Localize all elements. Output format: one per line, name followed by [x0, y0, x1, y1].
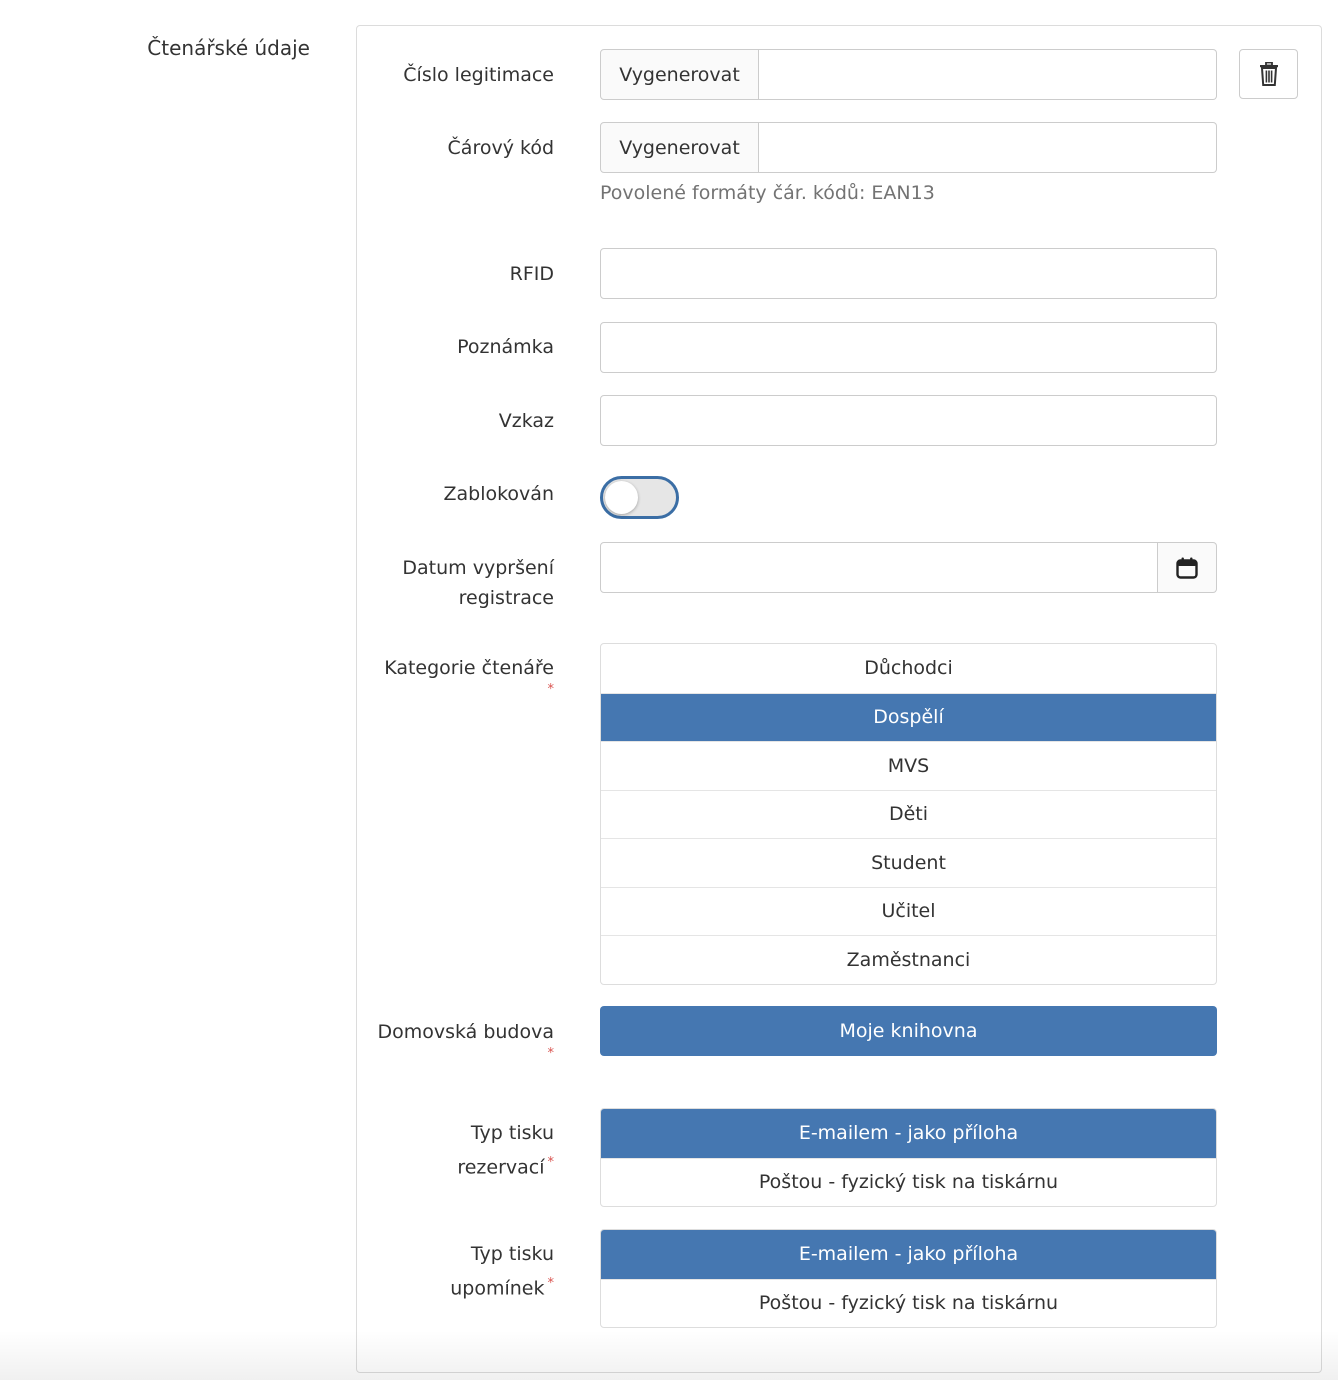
home-building-select[interactable]: Moje knihovna [600, 1006, 1217, 1056]
reminder-print-listbox[interactable]: E-mailem - jako příloha Poštou - fyzický… [600, 1229, 1217, 1328]
reservation-print-label: Typ tisku rezervací * [370, 1118, 554, 1182]
message-group [600, 395, 1217, 446]
category-option[interactable]: Student [601, 838, 1216, 887]
section-title: Čtenářské údaje [147, 36, 310, 60]
reminder-print-label-line1: Typ tisku [470, 1243, 554, 1265]
expiry-date-input[interactable] [600, 542, 1158, 593]
barcode-label: Čárový kód [447, 137, 554, 159]
message-input[interactable] [600, 395, 1217, 446]
expiry-label-line2: registrace [458, 587, 554, 609]
toggle-knob [605, 481, 638, 514]
category-required-mark: * [547, 682, 555, 697]
card-number-input[interactable] [759, 49, 1217, 100]
category-option[interactable]: Učitel [601, 886, 1216, 936]
reservation-print-option-selected[interactable]: E-mailem - jako příloha [601, 1109, 1216, 1158]
reservation-print-listbox[interactable]: E-mailem - jako příloha Poštou - fyzický… [600, 1108, 1217, 1207]
expiry-group [600, 542, 1217, 593]
category-option[interactable]: Důchodci [601, 644, 1216, 693]
reminder-print-label-line2: upomínek [450, 1277, 545, 1300]
message-label: Vzkaz [498, 410, 554, 432]
blocked-label: Zablokován [443, 483, 554, 505]
home-building-label-text: Domovská budova [377, 1021, 554, 1043]
card-number-group: Vygenerovat [600, 49, 1217, 100]
barcode-help-text: Povolené formáty čár. kódů: EAN13 [600, 182, 935, 204]
category-listbox[interactable]: Důchodci Dospělí MVS Děti Student Učitel… [600, 643, 1217, 985]
calendar-button[interactable] [1158, 542, 1217, 593]
reminder-print-label: Typ tisku upomínek * [370, 1239, 554, 1303]
rfid-label: RFID [509, 263, 554, 285]
barcode-group: Vygenerovat [600, 122, 1217, 173]
card-number-generate-button[interactable]: Vygenerovat [600, 49, 759, 100]
rfid-input[interactable] [600, 248, 1217, 299]
calendar-icon [1176, 557, 1198, 579]
category-option[interactable]: MVS [601, 741, 1216, 790]
category-option[interactable]: Děti [601, 789, 1216, 839]
card-number-label: Číslo legitimace [403, 64, 554, 86]
reservation-print-label-line1: Typ tisku [470, 1122, 554, 1144]
barcode-input[interactable] [759, 122, 1217, 173]
reminder-print-option-selected[interactable]: E-mailem - jako příloha [601, 1230, 1216, 1279]
note-label: Poznámka [457, 336, 554, 358]
expiry-label-line1: Datum vypršení [402, 557, 554, 579]
reservation-print-label-line2: rezervací [457, 1156, 545, 1179]
barcode-generate-button[interactable]: Vygenerovat [600, 122, 759, 173]
note-input[interactable] [600, 322, 1217, 373]
trash-icon [1259, 62, 1278, 86]
reminder-print-option[interactable]: Poštou - fyzický tisk na tiskárnu [601, 1278, 1216, 1328]
home-building-label: Domovská budova * [370, 1017, 554, 1061]
rfid-group [600, 248, 1217, 299]
home-building-required-mark: * [547, 1046, 555, 1061]
expiry-label: Datum vypršení registrace [370, 553, 554, 613]
category-label-text: Kategorie čtenáře [384, 657, 554, 679]
blocked-toggle[interactable] [600, 476, 679, 519]
category-option-selected[interactable]: Dospělí [601, 692, 1216, 741]
category-option[interactable]: Zaměstnanci [601, 935, 1216, 984]
delete-button[interactable] [1239, 49, 1298, 99]
reader-details-form: Čtenářské údaje Číslo legitimace Vygener… [0, 0, 1338, 1380]
reminder-print-required-mark: * [547, 1276, 555, 1291]
reservation-print-required-mark: * [547, 1155, 555, 1170]
category-label: Kategorie čtenáře * [370, 653, 554, 697]
reservation-print-option[interactable]: Poštou - fyzický tisk na tiskárnu [601, 1157, 1216, 1207]
note-group [600, 322, 1217, 373]
